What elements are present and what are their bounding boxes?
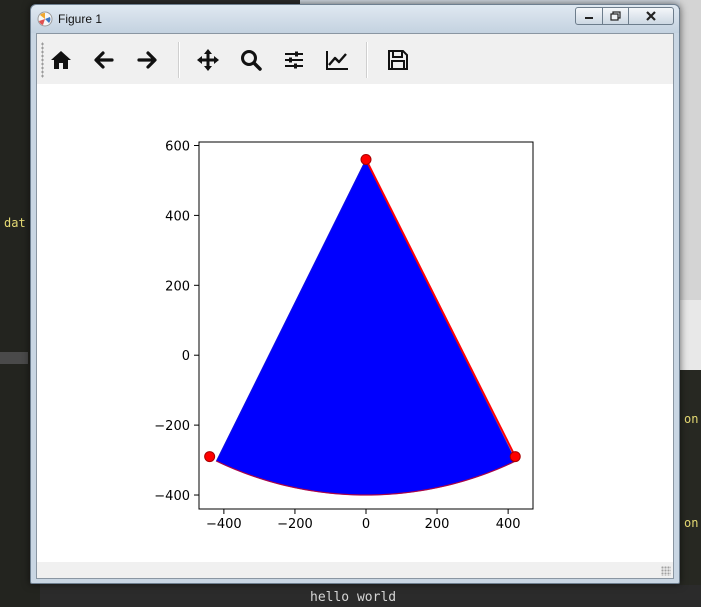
y-tick-label: −400 [154, 489, 190, 504]
status-bar [37, 562, 673, 578]
figure-window: Figure 1 −400 −200 0 200 400 −400 −200 0… [30, 4, 680, 584]
arrow-left-icon [94, 51, 114, 69]
sliders-icon [285, 51, 303, 69]
line-chart-icon [326, 51, 348, 70]
blue-sector [215, 158, 517, 496]
data-point [509, 451, 521, 463]
home-icon [51, 51, 71, 69]
data-point [360, 153, 372, 165]
x-tick-label: −200 [277, 517, 313, 532]
close-button[interactable] [628, 7, 674, 25]
editor-current-line [0, 352, 28, 364]
data-point [204, 451, 216, 463]
minimize-icon [585, 17, 593, 19]
x-tick-label: −400 [206, 517, 242, 532]
arrow-right-icon [137, 51, 157, 69]
x-tick-label: 0 [362, 517, 370, 532]
pan-button[interactable] [191, 44, 225, 76]
back-button[interactable] [87, 44, 121, 76]
figure-plot[interactable]: −400 −200 0 200 400 −400 −200 0 200 400 600 [37, 84, 673, 562]
terminal-output: hello world [310, 590, 397, 605]
zoom-button[interactable] [234, 44, 268, 76]
y-tick-label: 600 [165, 139, 190, 154]
background-code-text-2: on [684, 412, 699, 426]
background-right-mid [680, 300, 701, 370]
magnifier-icon [241, 50, 262, 71]
move-icon [197, 49, 219, 71]
app-icon [37, 11, 53, 27]
figure-client-area: −400 −200 0 200 400 −400 −200 0 200 400 600 [36, 33, 674, 579]
save-button[interactable] [381, 44, 415, 76]
plot-canvas[interactable]: −400 −200 0 200 400 −400 −200 0 200 400 600 [37, 84, 673, 562]
toolbar-separator [366, 42, 368, 78]
navigation-toolbar [37, 34, 673, 85]
restore-button[interactable] [602, 7, 629, 25]
home-button[interactable] [44, 44, 78, 76]
close-icon [646, 11, 656, 21]
background-code-text-3: on [684, 516, 699, 530]
subplots-button[interactable] [277, 44, 311, 76]
forward-button[interactable] [130, 44, 164, 76]
floppy-disk-icon [388, 50, 408, 70]
y-tick-label: 200 [165, 279, 190, 294]
y-tick-label: 400 [165, 209, 190, 224]
resize-grip[interactable] [661, 566, 671, 576]
axes-edit-button[interactable] [320, 44, 354, 76]
toolbar-separator [178, 42, 180, 78]
background-right-top [680, 0, 701, 300]
x-tick-label: 400 [496, 517, 521, 532]
title-bar[interactable]: Figure 1 [31, 5, 679, 33]
background-code-text: dat [4, 216, 26, 230]
window-title: Figure 1 [58, 12, 103, 26]
y-tick-label: −200 [154, 419, 190, 434]
y-tick-label: 0 [182, 349, 190, 364]
restore-icon [609, 11, 621, 21]
x-tick-label: 200 [425, 517, 450, 532]
minimize-button[interactable] [575, 7, 603, 25]
